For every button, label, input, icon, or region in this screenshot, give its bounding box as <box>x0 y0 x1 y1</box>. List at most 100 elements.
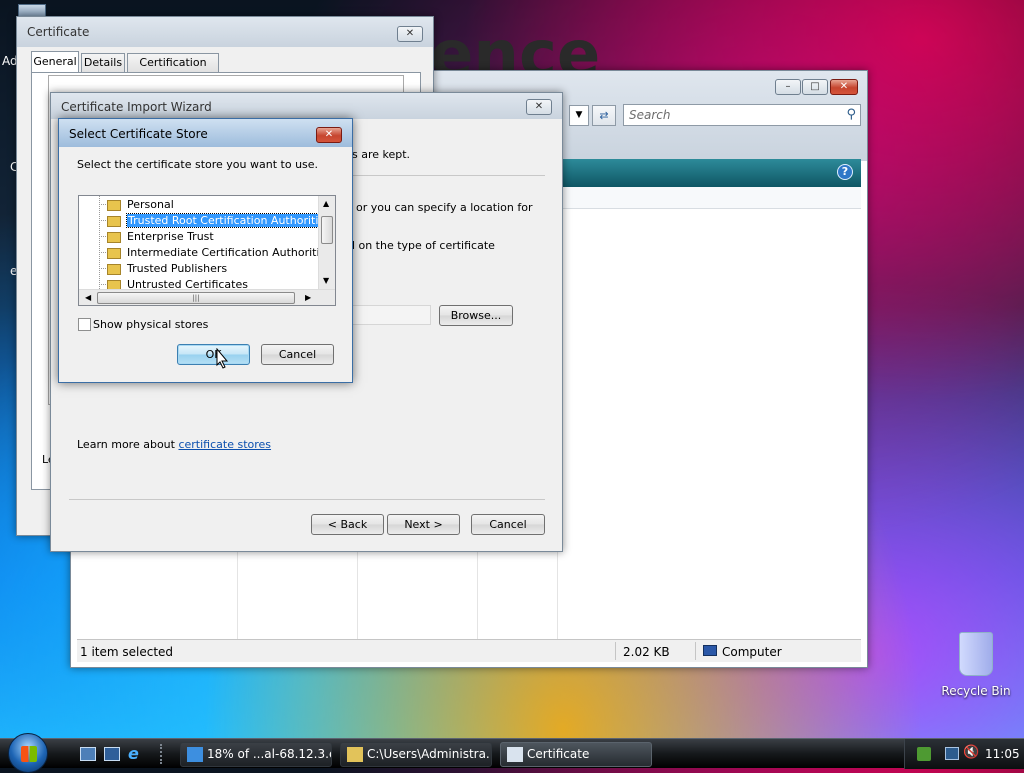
tray-security-icon[interactable] <box>917 747 931 761</box>
store-cancel-button[interactable]: Cancel <box>261 344 334 365</box>
scroll-up-icon[interactable]: ▲ <box>323 199 329 208</box>
taskbar-button[interactable]: C:\Users\Administra... <box>340 742 492 767</box>
wizard-text-type: d on the type of certificate <box>348 239 495 252</box>
store-tree-item[interactable]: Enterprise Trust <box>99 229 214 245</box>
taskbar-button[interactable]: 18% of ...al-68.12.3.e... <box>180 742 332 767</box>
wizard-title: Certificate Import Wizard <box>61 100 212 114</box>
store-tree-item-label: Trusted Publishers <box>127 262 228 275</box>
tree-connector <box>99 236 106 237</box>
store-tree-item-label: Personal <box>127 198 174 211</box>
store-dialog-title: Select Certificate Store <box>69 127 208 141</box>
learn-more-prefix: Learn more about <box>77 438 179 451</box>
minimize-button[interactable]: – <box>775 79 801 95</box>
column-divider <box>237 551 238 639</box>
wizard-title-bar: Certificate Import Wizard <box>51 93 562 119</box>
tree-horizontal-scrollbar[interactable]: ◀ ||| ▶ <box>79 289 335 305</box>
address-dropdown-icon[interactable]: ▼ <box>569 105 589 126</box>
ie-download-icon <box>187 747 203 762</box>
system-tray: 🔇 11:05 <box>904 739 1024 769</box>
hscroll-thumb[interactable]: ||| <box>97 292 295 304</box>
certificate-tab-path[interactable]: Certification Path <box>127 53 219 87</box>
column-divider <box>357 551 358 639</box>
maximize-button[interactable]: □ <box>802 79 828 95</box>
scroll-down-icon[interactable]: ▼ <box>323 276 329 285</box>
store-dialog-close-button[interactable]: ✕ <box>316 127 342 143</box>
tray-volume-muted-icon[interactable]: 🔇 <box>963 745 979 760</box>
show-physical-label[interactable]: Show physical stores <box>93 318 208 331</box>
learn-more-text: Learn more about certificate stores <box>77 438 271 451</box>
browse-button[interactable]: Browse... <box>439 305 513 326</box>
store-tree[interactable]: Personal Trusted Root Certification Autho… <box>78 195 336 306</box>
taskbar-button[interactable]: Certificate <box>500 742 652 767</box>
store-path-field[interactable] <box>351 305 431 325</box>
certificate-tab-general[interactable]: General <box>31 51 79 73</box>
show-physical-checkbox[interactable] <box>78 318 91 331</box>
store-tree-item[interactable]: Intermediate Certification Authorities <box>99 245 332 261</box>
certificate-store-folder-icon <box>107 247 121 259</box>
recycle-bin-icon <box>959 632 993 676</box>
tray-network-icon[interactable] <box>945 747 959 760</box>
certificate-store-folder-icon <box>107 199 121 211</box>
tree-connector <box>99 252 106 253</box>
scroll-thumb[interactable] <box>321 216 333 244</box>
store-instruction: Select the certificate store you want to… <box>77 158 319 171</box>
close-button[interactable]: ✕ <box>830 79 858 95</box>
refresh-button[interactable]: ⇄ <box>592 105 616 126</box>
computer-icon <box>703 645 717 656</box>
store-tree-item[interactable]: Personal <box>99 197 174 213</box>
certificate-store-folder-icon <box>107 215 121 227</box>
store-tree-item-label: Trusted Root Certification Authorities <box>126 213 333 228</box>
search-box[interactable]: Search ⚲ <box>623 104 861 126</box>
tree-connector <box>99 268 106 269</box>
help-icon[interactable]: ? <box>837 164 853 180</box>
store-tree-item[interactable]: Trusted Publishers <box>99 261 228 277</box>
folder-icon <box>347 747 363 762</box>
status-size-text: 2.02 KB <box>623 645 670 659</box>
taskbar-button-label: 18% of ...al-68.12.3.e... <box>207 747 331 761</box>
scroll-left-icon[interactable]: ◀ <box>85 293 91 302</box>
quick-launch-ie-icon[interactable]: e <box>128 744 139 763</box>
quick-launch-desktop-icon[interactable] <box>80 747 96 761</box>
start-button[interactable] <box>8 733 48 773</box>
store-tree-item-label: Enterprise Trust <box>127 230 214 243</box>
wizard-close-button[interactable]: ✕ <box>526 99 552 115</box>
certificate-stores-link[interactable]: certificate stores <box>178 438 271 451</box>
certificate-title-bar: Certificate <box>17 17 433 47</box>
search-icon[interactable]: ⚲ <box>846 107 856 122</box>
store-tree-item[interactable]: Trusted Root Certification Authorities <box>99 213 333 229</box>
content-header-bar: ? <box>563 159 861 187</box>
status-zone-text: Computer <box>722 645 782 659</box>
scroll-right-icon[interactable]: ▶ <box>305 293 311 302</box>
taskbar-button-label: C:\Users\Administra... <box>367 747 492 761</box>
wizard-cancel-button[interactable]: Cancel <box>471 514 545 535</box>
wizard-footer-separator <box>69 499 545 500</box>
taskbar-button-label: Certificate <box>527 747 590 761</box>
wizard-text-kept: s are kept. <box>352 148 411 161</box>
next-button[interactable]: Next > <box>387 514 460 535</box>
status-divider <box>695 642 696 660</box>
certificate-store-folder-icon <box>107 263 121 275</box>
wizard-text-location: or you can specify a location for <box>356 201 533 214</box>
tree-vertical-scrollbar[interactable]: ▲ ▼ <box>318 196 335 289</box>
tree-guide-line <box>99 196 100 289</box>
quick-launch-switch-icon[interactable] <box>104 747 120 761</box>
store-dialog-title-bar: Select Certificate Store <box>59 119 352 147</box>
select-store-dialog: Select Certificate Store ✕ Select the ce… <box>58 118 353 383</box>
status-selected-text: 1 item selected <box>80 645 174 659</box>
back-button[interactable]: < Back <box>311 514 384 535</box>
tray-clock[interactable]: 11:05 <box>985 747 1020 761</box>
recycle-bin-label: Recycle Bin <box>941 684 1011 698</box>
recycle-bin[interactable]: Recycle Bin <box>940 632 1012 702</box>
tree-connector <box>99 284 106 285</box>
column-header-row <box>563 187 861 209</box>
certificate-title: Certificate <box>27 25 90 39</box>
status-bar: 1 item selected 2.02 KB Computer <box>77 639 861 662</box>
mouse-pointer-icon <box>216 348 229 369</box>
status-divider <box>615 642 616 660</box>
search-placeholder: Search <box>629 108 671 122</box>
certificate-close-button[interactable]: ✕ <box>397 26 423 42</box>
certificate-tab-details[interactable]: Details <box>81 53 125 73</box>
certificate-store-folder-icon <box>107 231 121 243</box>
tree-connector <box>99 220 106 221</box>
quick-launch-grip[interactable] <box>160 744 165 764</box>
